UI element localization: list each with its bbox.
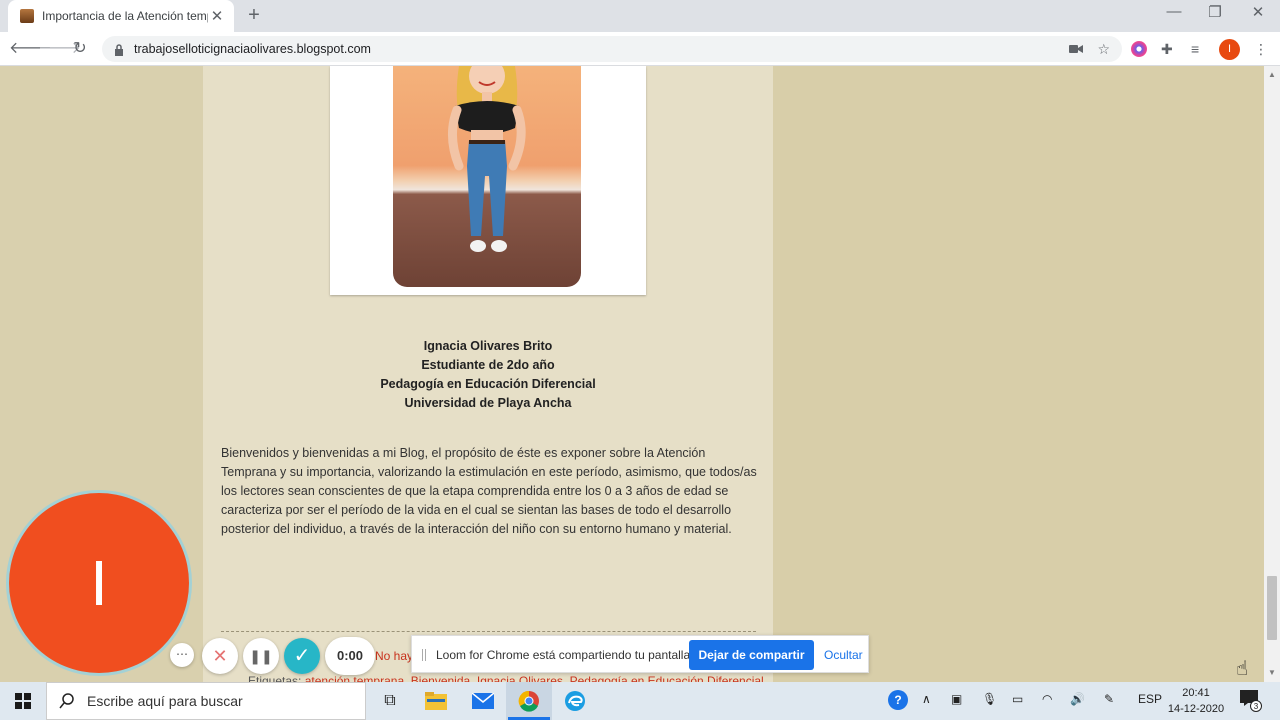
- sharing-message: Loom for Chrome está compartiendo tu pan…: [436, 648, 694, 662]
- stop-sharing-button[interactable]: Dejar de compartir: [689, 640, 814, 670]
- reload-button[interactable]: ↻: [69, 38, 91, 60]
- author-year: Estudiante de 2do año: [421, 358, 555, 372]
- meet-now-icon[interactable]: ▣: [951, 692, 962, 706]
- minimize-button[interactable]: —: [1160, 3, 1188, 20]
- author-bio: Ignacia Olivares Brito Estudiante de 2do…: [203, 337, 773, 413]
- loom-more-button[interactable]: ⋯: [170, 643, 194, 667]
- page-background: [772, 66, 1264, 682]
- back-button[interactable]: 🡐: [9, 38, 52, 60]
- windows-taskbar: Escribe aquí para buscar ⧉ ? ∧ ▣ 🎙 ▭ ◠ 🔊…: [0, 682, 1280, 720]
- volume-icon[interactable]: 🔊: [1070, 692, 1085, 706]
- loom-camera-bubble[interactable]: I: [9, 493, 189, 673]
- post-labels: Etiquetas: atención temprana, Bienvenida…: [248, 674, 764, 682]
- wifi-icon[interactable]: ◠: [1042, 692, 1052, 706]
- profile-photo-frame: [330, 66, 646, 295]
- taskbar-clock[interactable]: 20:41 14-12-2020: [1165, 685, 1227, 717]
- restore-button[interactable]: ❐: [1201, 3, 1229, 21]
- windows-start-button[interactable]: [0, 682, 46, 720]
- reading-list-icon[interactable]: ≡: [1191, 41, 1199, 57]
- url-text: trabajoselloticignaciaolivares.blogspot.…: [134, 42, 371, 56]
- show-hidden-icons-chevron-icon[interactable]: ∧: [922, 692, 931, 706]
- bitmoji-avatar-image: [393, 66, 581, 287]
- page-scrollbar[interactable]: ▲ ▼: [1264, 66, 1280, 682]
- post-footer-divider: [221, 631, 756, 632]
- task-view-icon[interactable]: ⧉: [367, 682, 413, 720]
- web-page: Ignacia Olivares Brito Estudiante de 2do…: [0, 66, 1264, 682]
- windows-logo-icon: [15, 693, 31, 709]
- battery-icon[interactable]: ▭: [1012, 692, 1023, 706]
- camera-icon[interactable]: [1069, 41, 1084, 58]
- chrome-menu-icon[interactable]: ⋮: [1254, 41, 1268, 58]
- label-link[interactable]: Bienvenida: [411, 674, 470, 682]
- loom-extension-icon[interactable]: [1131, 41, 1147, 57]
- edge-icon[interactable]: [552, 682, 598, 720]
- author-program: Pedagogía en Educación Diferencial: [380, 377, 596, 391]
- tab-title: Importancia de la Atención temp: [42, 9, 208, 23]
- search-icon: [59, 693, 74, 709]
- scroll-up-arrow-icon[interactable]: ▲: [1264, 70, 1280, 79]
- author-name: Ignacia Olivares Brito: [423, 339, 553, 353]
- help-icon[interactable]: ?: [888, 690, 908, 710]
- post-content: Ignacia Olivares Brito Estudiante de 2do…: [203, 66, 773, 682]
- hand-cursor-icon: ☝: [1236, 658, 1249, 680]
- close-window-button[interactable]: ✕: [1244, 3, 1272, 21]
- browser-tab[interactable]: Importancia de la Atención temp ✕: [8, 0, 234, 32]
- drag-handle-icon[interactable]: [422, 649, 426, 661]
- search-placeholder: Escribe aquí para buscar: [87, 693, 243, 709]
- clock-date: 14-12-2020: [1167, 703, 1225, 715]
- profile-avatar[interactable]: I: [1219, 39, 1240, 60]
- tab-strip: Importancia de la Atención temp ✕ + — ❐ …: [0, 0, 1280, 32]
- extensions-puzzle-icon[interactable]: ✚: [1161, 41, 1173, 58]
- browser-toolbar: 🡐 🡒 ↻ trabajoselloticignaciaolivares.blo…: [0, 32, 1280, 66]
- loom-cancel-button[interactable]: ✕: [202, 638, 238, 674]
- loom-finish-button[interactable]: ✓: [284, 638, 320, 674]
- loom-pause-button[interactable]: ❚❚: [243, 638, 279, 674]
- close-tab-icon[interactable]: ✕: [208, 7, 226, 25]
- hide-banner-button[interactable]: Ocultar: [824, 648, 863, 662]
- new-tab-button[interactable]: +: [243, 4, 265, 26]
- microphone-icon[interactable]: 🎙: [982, 692, 997, 706]
- bookmark-star-icon[interactable]: ☆: [1097, 41, 1110, 58]
- scroll-down-arrow-icon[interactable]: ▼: [1264, 668, 1280, 677]
- comments-link[interactable]: No hay: [375, 649, 413, 663]
- pen-ink-icon[interactable]: ✎: [1104, 692, 1114, 706]
- labels-prefix: Etiquetas:: [248, 674, 302, 682]
- label-link[interactable]: Ignacia Olivares: [477, 674, 563, 682]
- label-link[interactable]: atención temprana: [305, 674, 404, 682]
- author-university: Universidad de Playa Ancha: [404, 396, 572, 410]
- notifications-icon[interactable]: 3: [1240, 690, 1262, 712]
- address-bar[interactable]: trabajoselloticignaciaolivares.blogspot.…: [102, 36, 1122, 62]
- label-link[interactable]: Pedagogía en Educación Diferencial: [570, 674, 764, 682]
- chrome-taskbar-icon[interactable]: [506, 682, 552, 720]
- mail-icon[interactable]: [460, 682, 506, 720]
- file-explorer-icon[interactable]: [413, 682, 459, 720]
- clock-time: 20:41: [1182, 687, 1210, 699]
- loom-timer: 0:00: [325, 637, 375, 675]
- blogger-favicon-icon: [20, 9, 34, 23]
- welcome-paragraph: Bienvenidos y bienvenidas a mi Blog, el …: [221, 446, 757, 536]
- scrollbar-thumb[interactable]: [1267, 576, 1277, 640]
- forward-button[interactable]: 🡒: [38, 38, 81, 60]
- notification-count-badge: 3: [1250, 700, 1262, 712]
- taskbar-search[interactable]: Escribe aquí para buscar: [46, 682, 366, 720]
- language-indicator[interactable]: ESP: [1138, 692, 1162, 706]
- loom-avatar-initial: I: [90, 547, 108, 619]
- loom-sharing-banner: Loom for Chrome está compartiendo tu pan…: [411, 635, 869, 673]
- lock-icon: [114, 43, 124, 56]
